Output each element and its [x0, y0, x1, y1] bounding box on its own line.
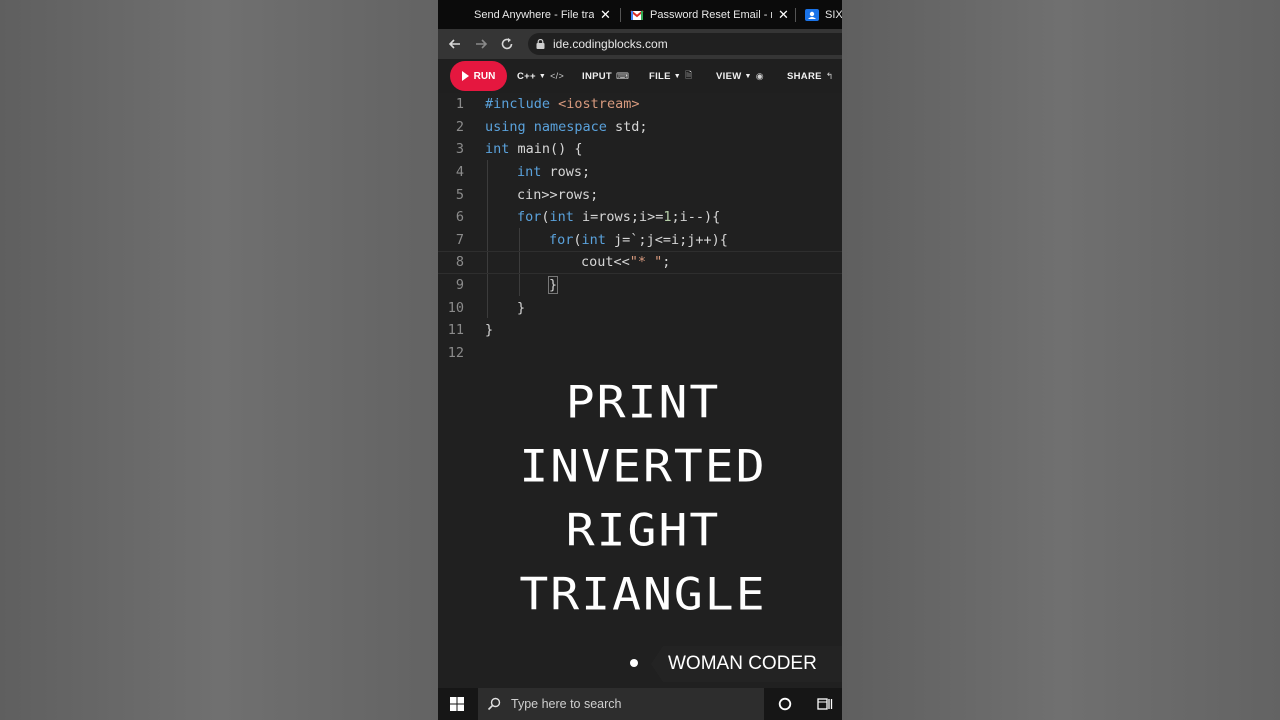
gmail-icon [630, 9, 644, 20]
overlay-title-line: INVERTED [519, 441, 767, 493]
search-placeholder: Type here to search [511, 697, 622, 711]
run-button[interactable]: RUN [450, 61, 507, 91]
file-label: FILE [649, 70, 671, 82]
line-number: 5 [455, 186, 464, 203]
code-line-active: 8 cout<<"* "; [438, 251, 842, 274]
share-icon: ↰ [825, 70, 834, 81]
code-text: int main() { [485, 141, 583, 158]
code-text: } [517, 299, 526, 316]
code-text: using namespace std; [485, 118, 648, 135]
code-line: 4 int rows; [438, 161, 842, 184]
line-number: 4 [455, 164, 464, 181]
code-editor[interactable]: 1 #include <iostream> 2 using namespace … [438, 93, 842, 363]
background-right [842, 0, 1280, 720]
back-arrow-icon[interactable] [442, 31, 468, 57]
forward-arrow-icon[interactable] [468, 31, 494, 57]
line-number: 11 [447, 322, 464, 339]
chevron-down-icon: ▼ [538, 72, 547, 80]
browser-tab-strip: Send Anywhere - File transf ✕ Password R… [438, 0, 842, 29]
close-icon[interactable]: ✕ [778, 7, 789, 23]
line-number: 7 [455, 231, 464, 248]
code-text: } [485, 322, 494, 339]
url-field[interactable]: ide.codingblocks.com [528, 33, 842, 55]
tab-send-anywhere[interactable]: Send Anywhere - File transf ✕ [474, 0, 614, 29]
input-button[interactable]: INPUT ⌨ [582, 59, 629, 93]
tab-divider [795, 8, 796, 22]
address-bar: ide.codingblocks.com [438, 29, 842, 59]
code-text: int rows; [517, 164, 591, 181]
url-text: ide.codingblocks.com [553, 37, 668, 51]
tab-title: Password Reset Email - me [650, 8, 772, 21]
watermark-badge: WOMAN CODER [651, 646, 842, 682]
run-label: RUN [473, 70, 496, 82]
windows-start-icon[interactable] [450, 697, 464, 711]
taskbar: Type here to search [438, 688, 842, 720]
line-number: 8 [455, 254, 464, 271]
watermark-dot [630, 659, 638, 667]
cortana-icon[interactable] [778, 697, 792, 711]
code-text: for(int j=`;j<=i;j++){ [549, 231, 728, 248]
language-label: C++ [517, 70, 536, 82]
video-frame: Send Anywhere - File transf ✕ Password R… [438, 0, 842, 720]
code-line: 6 for(int i=rows;i>=1;i--){ [438, 206, 842, 229]
chevron-down-icon: ▼ [744, 72, 752, 80]
keyboard-icon: ⌨ [616, 70, 630, 81]
tab-title: Send Anywhere - File transf [474, 8, 594, 21]
line-number: 3 [455, 141, 464, 158]
code-line: 7 for(int j=`;j<=i;j++){ [438, 229, 842, 252]
line-number: 6 [455, 209, 464, 226]
code-line: 9 } [438, 274, 842, 297]
eye-icon: ◉ [755, 70, 764, 81]
code-line: 5 cin>>rows; [438, 183, 842, 206]
code-text: cout<<"* "; [581, 254, 671, 271]
view-label: VIEW [716, 70, 742, 82]
reload-icon[interactable] [494, 31, 520, 57]
input-label: INPUT [582, 70, 612, 82]
code-line: 10 } [438, 296, 842, 319]
file-menu[interactable]: FILE ▼ 🗎 [649, 59, 693, 93]
code-line: 3 int main() { [438, 138, 842, 161]
tab-title: SIX [825, 8, 842, 21]
code-text: } [547, 276, 559, 295]
code-text: #include <iostream> [485, 96, 640, 113]
taskbar-search-input[interactable]: Type here to search [478, 688, 764, 720]
share-label: SHARE [787, 70, 822, 82]
line-number: 9 [455, 277, 464, 294]
line-number: 2 [455, 118, 464, 135]
line-number: 12 [447, 344, 464, 361]
code-icon: </> [550, 71, 565, 81]
language-select[interactable]: C++ ▼ </> [517, 59, 564, 93]
line-number: 10 [447, 299, 464, 316]
search-icon [487, 697, 501, 711]
play-icon [461, 71, 469, 81]
chevron-down-icon: ▼ [673, 72, 682, 80]
overlay-title-line: PRINT [565, 377, 721, 429]
ide-toolbar: RUN C++ ▼ </> INPUT ⌨ FILE ▼ 🗎 VIEW ▼ ◉ … [438, 59, 842, 93]
tab-password-reset[interactable]: Password Reset Email - me ✕ [630, 0, 790, 29]
background-left [0, 0, 438, 720]
code-line: 1 #include <iostream> [438, 93, 842, 116]
view-menu[interactable]: VIEW ▼ ◉ [716, 59, 764, 93]
overlay-title-line: TRIANGLE [519, 569, 767, 621]
code-line: 12 [438, 342, 842, 365]
tab-divider [620, 8, 621, 22]
overlay-title-line: RIGHT [565, 505, 721, 557]
code-text: cin>>rows; [517, 186, 599, 203]
task-view-icon[interactable] [817, 697, 833, 711]
code-text: for(int i=rows;i>=1;i--){ [517, 209, 721, 226]
close-icon[interactable]: ✕ [600, 7, 611, 23]
share-button[interactable]: SHARE ↰ [787, 59, 834, 93]
lock-icon [536, 39, 545, 49]
line-number: 1 [455, 96, 464, 113]
contacts-icon [805, 8, 819, 21]
file-icon: 🗎 [685, 70, 693, 80]
code-line: 2 using namespace std; [438, 116, 842, 139]
tab-six[interactable]: SIX [805, 0, 842, 29]
code-line: 11 } [438, 319, 842, 342]
